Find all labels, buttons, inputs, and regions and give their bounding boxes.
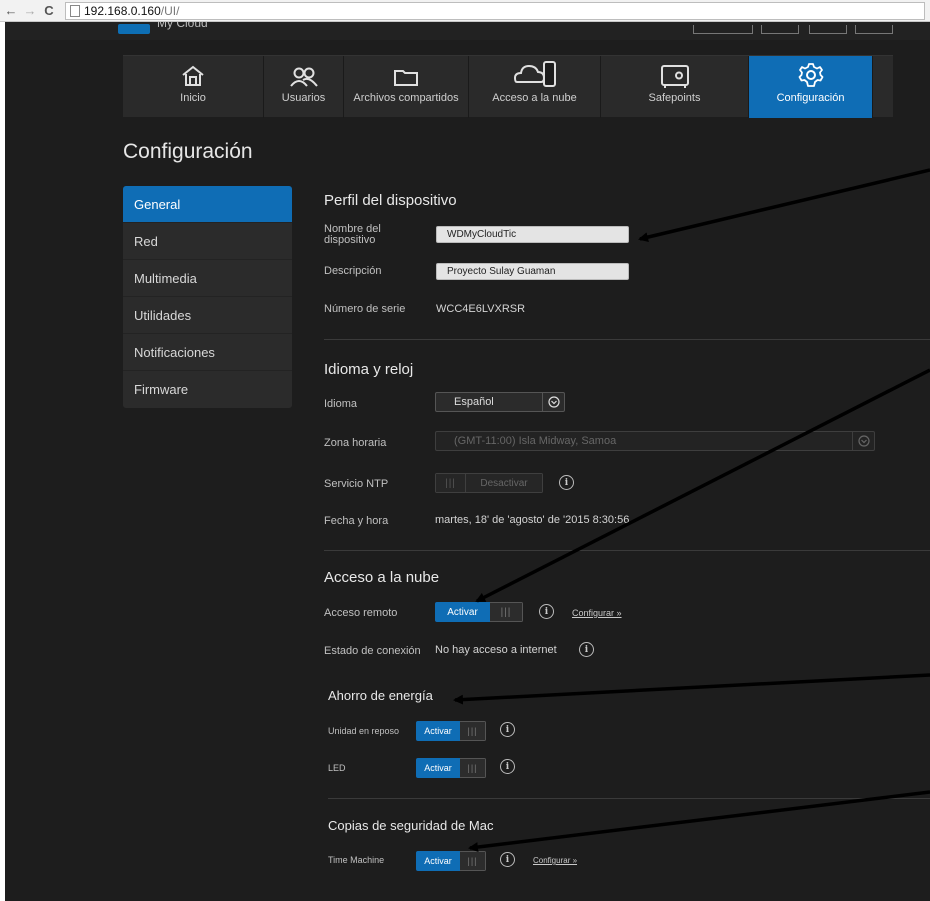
sidebar-item-red[interactable]: Red — [123, 223, 292, 260]
serial-value: WCC4E6LVXRSR — [436, 303, 526, 315]
configure-link[interactable]: Configurar » — [572, 608, 622, 618]
top-control[interactable] — [761, 25, 799, 34]
toggle-grip: ||| — [460, 851, 486, 871]
led-toggle[interactable]: Activar ||| — [416, 758, 486, 778]
timezone-select[interactable]: (GMT-11:00) Isla Midway, Samoa — [435, 431, 875, 451]
toggle-grip: ||| — [490, 602, 523, 622]
home-icon — [182, 65, 204, 86]
led-label: LED — [328, 763, 346, 773]
ntp-toggle[interactable]: ||| Desactivar — [435, 473, 543, 493]
browser-toolbar: ← → C 192.168.0.160/UI/ — [0, 0, 930, 22]
info-icon[interactable]: i — [500, 852, 515, 867]
device-name-label: Nombre del dispositivo — [324, 223, 381, 246]
cloud-device-icon — [513, 61, 556, 87]
ntp-label: Servicio NTP — [324, 478, 389, 490]
timezone-select-value: (GMT-11:00) Isla Midway, Samoa — [454, 435, 617, 447]
users-icon — [289, 67, 318, 87]
drive-sleep-toggle[interactable]: Activar ||| — [416, 721, 486, 741]
nav-tile-archivos[interactable]: Archivos compartidos — [344, 56, 469, 118]
back-arrow-icon[interactable]: ← — [3, 2, 19, 20]
info-icon[interactable]: i — [579, 642, 594, 657]
settings-sidebar: General Red Multimedia Utilidades Notifi… — [123, 186, 292, 408]
drive-sleep-label: Unidad en reposo — [328, 726, 400, 736]
device-name-input[interactable]: WDMyCloudTic — [436, 226, 629, 243]
sidebar-item-general[interactable]: General — [123, 186, 292, 223]
section-title-nube: Acceso a la nube — [324, 569, 440, 586]
top-control[interactable] — [855, 25, 893, 34]
section-divider — [328, 798, 930, 799]
section-title-perfil: Perfil del dispositivo — [324, 192, 457, 209]
toggle-state-label: Desactivar — [466, 473, 543, 493]
section-title-ahorro: Ahorro de energía — [328, 688, 433, 703]
chevron-down-icon — [857, 435, 870, 447]
toggle-state-label: Activar — [435, 602, 490, 622]
sidebar-item-notificaciones[interactable]: Notificaciones — [123, 334, 292, 371]
top-control[interactable] — [809, 25, 847, 34]
nav-label: Acceso a la nube — [492, 92, 577, 104]
nav-tile-usuarios[interactable]: Usuarios — [264, 56, 344, 118]
safe-icon — [660, 65, 689, 88]
url-path: /UI/ — [160, 3, 180, 18]
language-select-value: Español — [454, 396, 494, 408]
sidebar-item-multimedia[interactable]: Multimedia — [123, 260, 292, 297]
info-icon[interactable]: i — [500, 759, 515, 774]
top-control[interactable] — [693, 25, 753, 34]
configure-link[interactable]: Configurar » — [533, 856, 577, 865]
forward-arrow-icon[interactable]: → — [22, 2, 38, 20]
toggle-state-label: Activar — [416, 758, 460, 778]
url-host: 192.168.0.160 — [84, 3, 161, 18]
sidebar-item-firmware[interactable]: Firmware — [123, 371, 292, 408]
wd-logo-icon — [118, 24, 150, 34]
remote-access-toggle[interactable]: Activar ||| — [435, 602, 523, 622]
language-select[interactable]: Español — [435, 392, 565, 412]
info-icon[interactable]: i — [559, 475, 574, 490]
timezone-label: Zona horaria — [324, 437, 387, 449]
nav-label: Configuración — [776, 92, 845, 104]
nav-tile-safepoints[interactable]: Safepoints — [601, 56, 749, 118]
nav-tile-nube[interactable]: Acceso a la nube — [469, 56, 601, 118]
nav-label: Inicio — [180, 92, 206, 104]
sidebar-item-utilidades[interactable]: Utilidades — [123, 297, 292, 334]
description-input[interactable]: Proyecto Sulay Guaman — [436, 263, 629, 280]
section-divider — [324, 339, 930, 340]
connection-status-label: Estado de conexión — [324, 645, 421, 657]
folder-icon — [394, 70, 418, 86]
toggle-grip: ||| — [435, 473, 466, 493]
info-icon[interactable]: i — [500, 722, 515, 737]
top-strip: My Cloud — [5, 22, 930, 40]
toggle-state-label: Activar — [416, 851, 460, 871]
app-window: My Cloud Inicio Usuarios Archivos compar… — [5, 22, 930, 901]
nav-tile-inicio[interactable]: Inicio — [123, 56, 264, 118]
toggle-grip: ||| — [460, 758, 486, 778]
toggle-grip: ||| — [460, 721, 486, 741]
gear-icon — [798, 63, 823, 87]
section-divider — [324, 550, 930, 551]
datetime-value: martes, 18' de 'agosto' de '2015 8:30:56 — [435, 514, 630, 526]
time-machine-toggle[interactable]: Activar ||| — [416, 851, 486, 871]
toggle-state-label: Activar — [416, 721, 460, 741]
main-nav: Inicio Usuarios Archivos compartidos Acc… — [123, 55, 893, 118]
brand-name: My Cloud — [157, 22, 208, 30]
time-machine-label: Time Machine — [328, 855, 385, 865]
nav-tile-configuracion[interactable]: Configuración — [749, 56, 873, 118]
section-title-mac: Copias de seguridad de Mac — [328, 818, 494, 833]
datetime-label: Fecha y hora — [324, 515, 389, 527]
description-label: Descripción — [324, 265, 382, 277]
nav-label: Safepoints — [648, 92, 701, 104]
language-label: Idioma — [324, 398, 358, 410]
page-icon — [70, 4, 80, 17]
nav-label: Archivos compartidos — [353, 92, 459, 104]
remote-access-label: Acceso remoto — [324, 607, 398, 619]
info-icon[interactable]: i — [539, 604, 554, 619]
serial-label: Número de serie — [324, 303, 406, 315]
chevron-down-icon — [547, 396, 560, 408]
reload-icon[interactable]: C — [41, 2, 57, 20]
page-title: Configuración — [123, 140, 253, 163]
connection-status-value: No hay acceso a internet — [435, 644, 557, 656]
address-bar[interactable]: 192.168.0.160/UI/ — [65, 1, 925, 20]
nav-label: Usuarios — [281, 92, 326, 104]
section-title-idioma: Idioma y reloj — [324, 361, 414, 378]
